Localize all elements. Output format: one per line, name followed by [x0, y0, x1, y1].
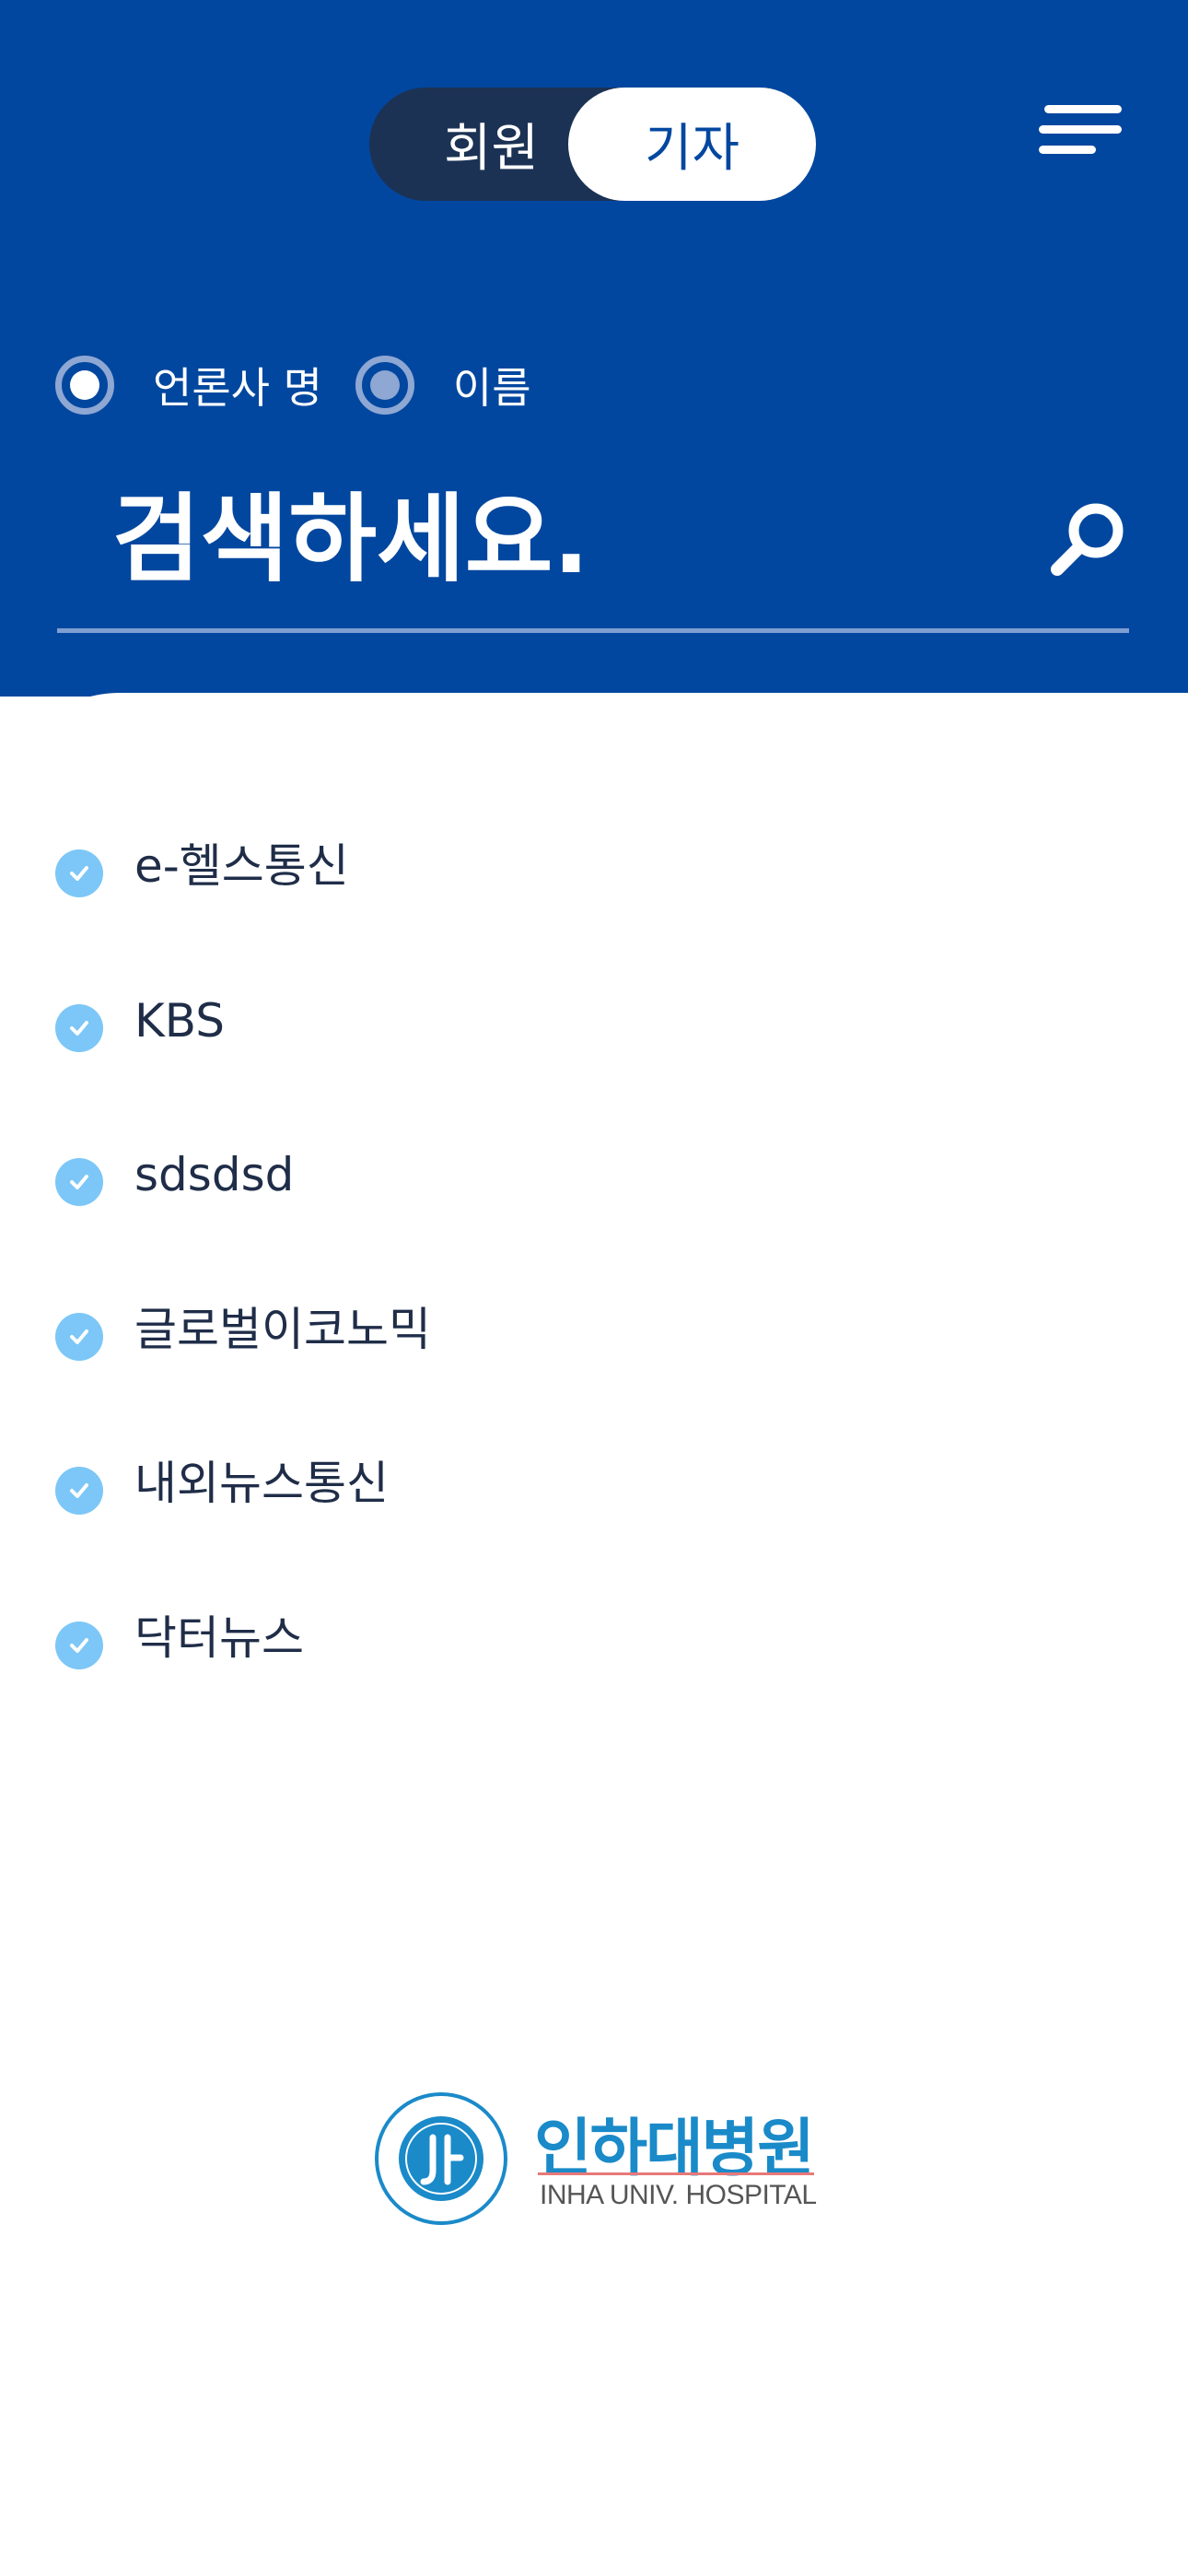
logo-english-name: INHA UNIV. HOSPITAL	[540, 2180, 817, 2210]
check-circle-icon	[55, 849, 103, 897]
list-item-label: KBS	[134, 993, 225, 1048]
list-item[interactable]: e-헬스통신	[55, 829, 1114, 984]
list-item-label: sdsdsd	[134, 1148, 295, 1201]
search-underline	[57, 628, 1129, 633]
hospital-seal-icon	[375, 2092, 507, 2225]
radio-name-label: 이름	[452, 363, 531, 413]
toggle-reporter-option[interactable]: 기자	[568, 88, 816, 201]
list-item[interactable]: 글로벌이코노믹	[55, 1293, 1114, 1447]
toggle-member-option[interactable]: 회원	[369, 88, 595, 201]
search-type-radio-group: 언론사 명 이름	[55, 348, 531, 422]
header: 회원 기자 언론사 명 이름	[0, 0, 1188, 697]
search-icon[interactable]	[1046, 498, 1129, 580]
press-results-list: e-헬스통신 KBS sdsdsd 글로벌이코노믹 내외뉴스통신 닥터뉴스	[55, 829, 1114, 1755]
check-circle-icon	[55, 1312, 103, 1361]
member-reporter-toggle: 회원 기자	[369, 88, 816, 201]
logo-divider	[538, 2172, 814, 2175]
list-item-label: 글로벌이코노믹	[134, 1302, 431, 1356]
list-item[interactable]: 닥터뉴스	[55, 1601, 1114, 1756]
list-item[interactable]: sdsdsd	[55, 1138, 1114, 1293]
radio-press-name-label: 언론사 명	[153, 363, 322, 413]
check-circle-icon	[55, 1003, 103, 1052]
check-circle-icon	[55, 1621, 103, 1669]
radio-selected-dot	[70, 370, 99, 400]
list-item-label: e-헬스통신	[134, 839, 349, 893]
list-item-label: 닥터뉴스	[134, 1610, 304, 1665]
radio-name[interactable]	[355, 356, 414, 415]
list-item-label: 내외뉴스통신	[134, 1457, 389, 1510]
list-item[interactable]: KBS	[55, 984, 1114, 1139]
check-circle-icon	[55, 1158, 103, 1206]
check-circle-icon	[55, 1467, 103, 1515]
hospital-logo: 인하대병원 INHA UNIV. HOSPITAL	[372, 2090, 823, 2228]
search-input[interactable]	[57, 465, 1015, 613]
radio-unselected-dot	[369, 370, 400, 400]
list-item[interactable]: 내외뉴스통신	[55, 1446, 1114, 1601]
hamburger-menu-icon[interactable]	[1039, 101, 1122, 160]
radio-press-name[interactable]	[55, 356, 114, 415]
